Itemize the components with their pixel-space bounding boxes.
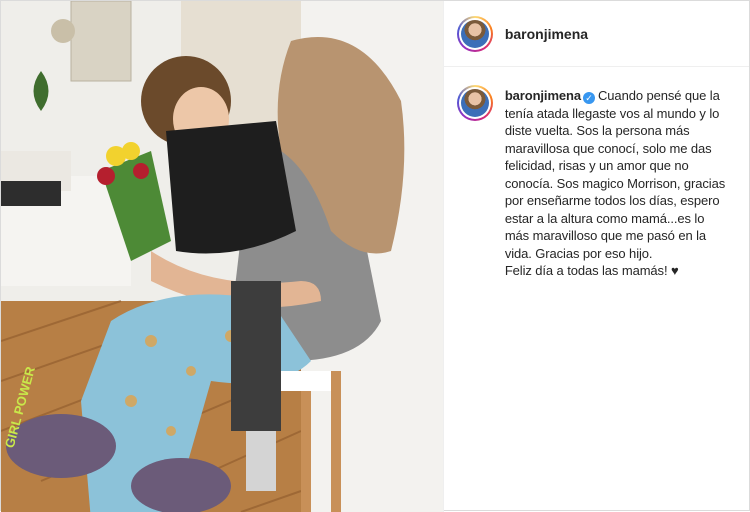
post-header: baronjimena [443, 1, 749, 67]
caption-line: Feliz día a todas las mamás! ♥ [504, 263, 679, 278]
caption-line: felicidad, risas y un amor que no [504, 158, 689, 173]
caption-text: baronjimena ✓ Cuando pensé que la tenía at… [505, 87, 725, 280]
post-sidebar: baronjimena baronjimena ✓ Cuando pensé que… [442, 1, 749, 512]
caption-username[interactable]: baronjimena [505, 88, 581, 103]
caption: baronjimena ✓ Cuando pensé que la tenía at… [444, 67, 749, 280]
caption-line: tenía atada llegaste vos al mundo y lo [504, 105, 720, 121]
caption-avatar[interactable] [456, 85, 493, 121]
verified-badge-icon: ✓ [583, 92, 596, 104]
caption-line: vida. Gracias por eso hijo. [504, 245, 653, 261]
caption-line: conocía. Sos magico Morrison, gracias [504, 175, 726, 191]
avatar[interactable] [456, 15, 493, 52]
caption-first-line: Cuando pensé que la [598, 88, 720, 103]
header-username[interactable]: baronjimena [505, 26, 588, 42]
caption-line: estar a la altura como mamá...es lo [504, 210, 705, 226]
caption-line: maravillosa que conocí, solo me das [504, 140, 712, 156]
caption-line: por enseñarme todos los días, espero [504, 193, 720, 208]
instagram-post: GIRL POWER baronjimena baronjimena ✓ Cuand… [0, 0, 750, 512]
post-photo[interactable]: GIRL POWER [1, 1, 443, 512]
caption-line: más maravilloso que me pasó en la [504, 228, 707, 243]
caption-line: diste vuelta. Sos la persona más [504, 123, 690, 138]
photo-illustration: GIRL POWER [1, 1, 443, 512]
